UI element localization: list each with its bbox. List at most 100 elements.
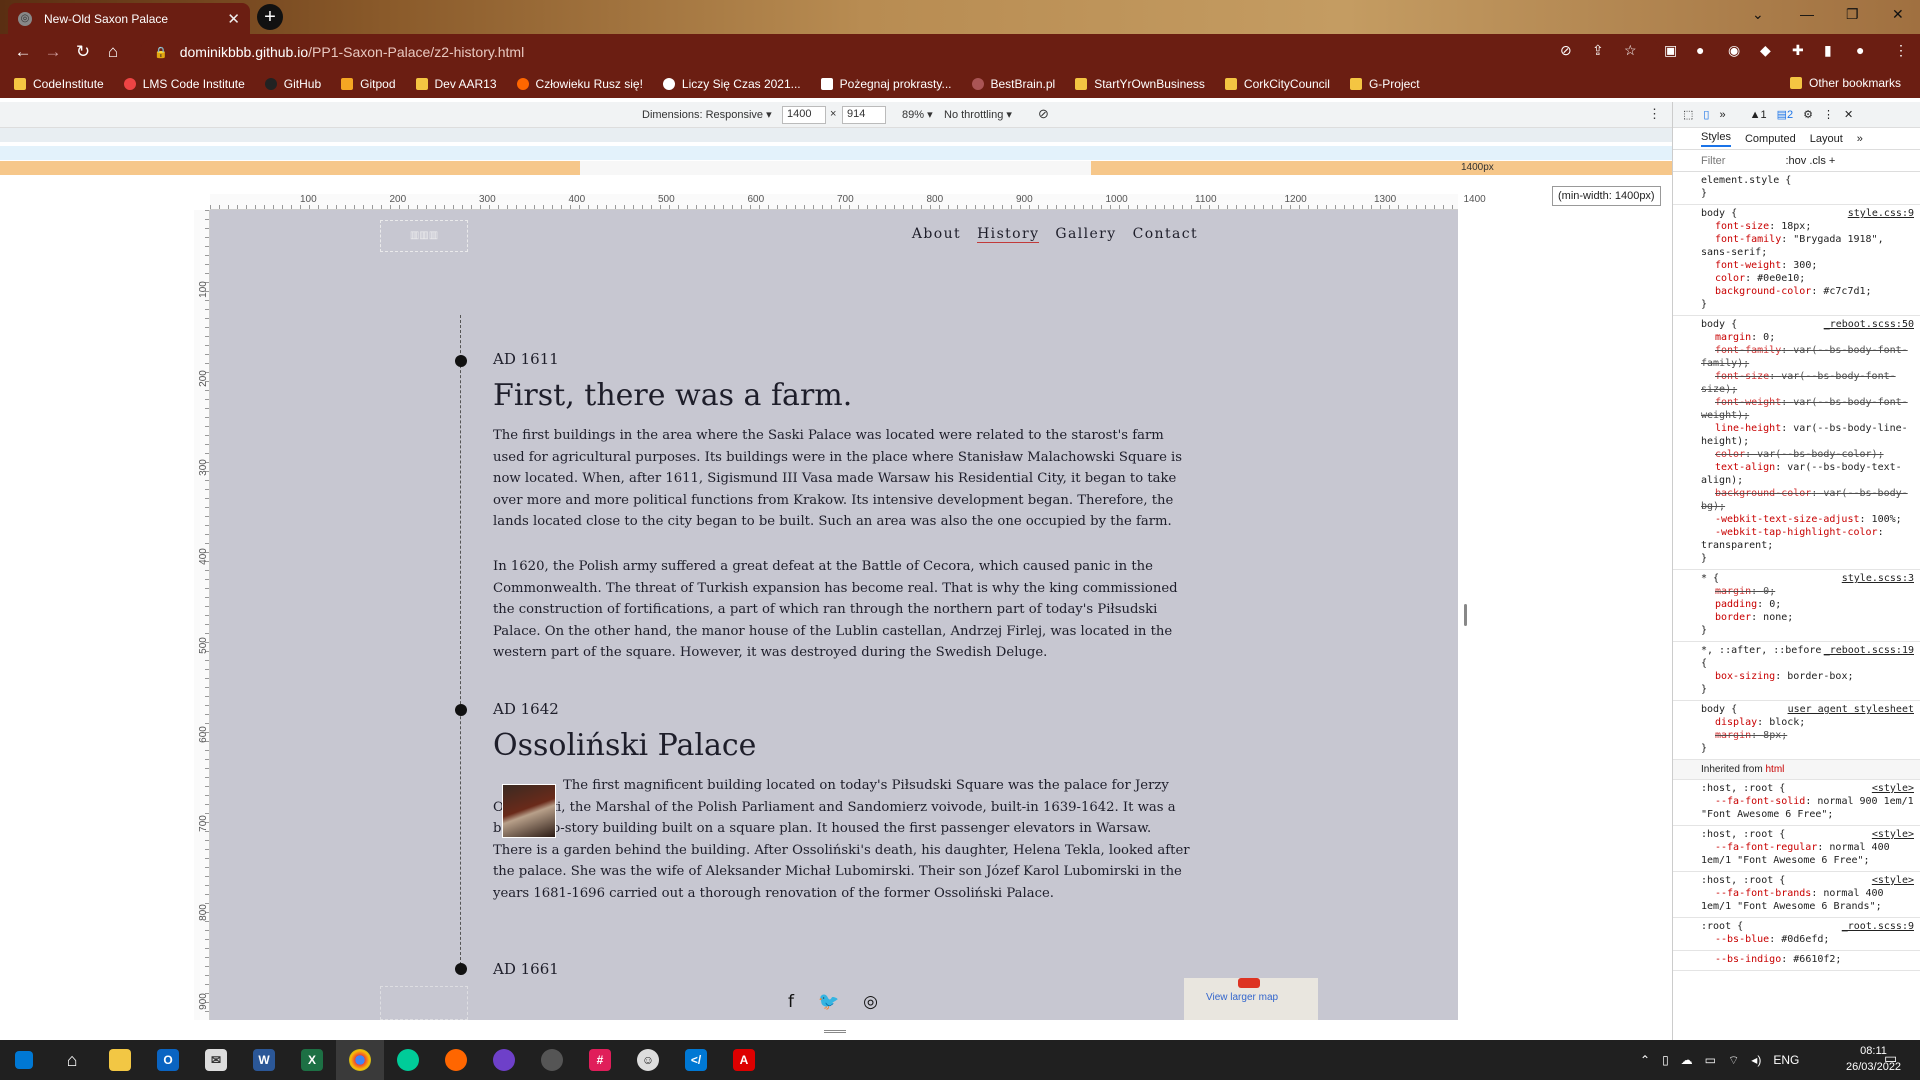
taskbar-app[interactable]: [480, 1040, 528, 1080]
share-icon[interactable]: ⇪: [1592, 42, 1604, 59]
css-declaration[interactable]: margin: 0;: [1701, 331, 1914, 344]
taskbar-app-active[interactable]: [336, 1040, 384, 1080]
bookmark-item[interactable]: BestBrain.pl: [971, 77, 1055, 91]
home-icon[interactable]: ⌂: [98, 37, 128, 67]
rule-source-link[interactable]: <style>: [1872, 782, 1914, 795]
rule-source-link[interactable]: _reboot.scss:50: [1824, 318, 1914, 331]
taskbar-app[interactable]: ✉: [192, 1040, 240, 1080]
google-map-embed[interactable]: View larger map: [1184, 978, 1318, 1020]
avatar[interactable]: ●: [1856, 42, 1864, 58]
css-declaration[interactable]: background-color: var(--bs-body-bg);: [1701, 487, 1914, 513]
taskbar-app[interactable]: [384, 1040, 432, 1080]
tab-computed[interactable]: Computed: [1745, 133, 1796, 145]
root-css-rule[interactable]: :root {_root.scss:9 --bs-blue: #0d6efd;: [1673, 918, 1920, 951]
battery-icon[interactable]: ▭: [1705, 1053, 1716, 1067]
inspect-icon[interactable]: ⬚: [1683, 108, 1693, 121]
width-input[interactable]: 1400: [782, 106, 826, 124]
css-declaration[interactable]: -webkit-tap-highlight-color: transparent…: [1701, 526, 1914, 552]
taskbar-app[interactable]: O: [144, 1040, 192, 1080]
nav-contact[interactable]: Contact: [1133, 226, 1198, 243]
root-css-rule[interactable]: --bs-indigo: #6610f2;: [1673, 951, 1920, 971]
notifications-icon[interactable]: ▭: [1884, 1050, 1897, 1067]
css-declaration[interactable]: border: none;: [1701, 611, 1914, 624]
throttle-dropdown[interactable]: No throttling ▾: [944, 108, 1012, 121]
css-declaration[interactable]: font-weight: 300;: [1701, 259, 1914, 272]
taskbar-app[interactable]: A: [720, 1040, 768, 1080]
forward-icon[interactable]: →: [38, 37, 68, 67]
taskbar-app[interactable]: ⌂: [48, 1040, 96, 1080]
gitpod-extension-icon[interactable]: ◆: [1760, 42, 1771, 59]
css-declaration[interactable]: --fa-font-brands: normal 400 1em/1 "Font…: [1701, 887, 1914, 913]
css-declaration[interactable]: color: #0e0e10;: [1701, 272, 1914, 285]
bookmark-item[interactable]: CorkCityCouncil: [1224, 77, 1330, 91]
css-declaration[interactable]: --fa-font-regular: normal 400 1em/1 "Fon…: [1701, 841, 1914, 867]
css-rule[interactable]: * {style.scss:3 margin: 0; padding: 0; bord…: [1673, 570, 1920, 642]
css-declaration[interactable]: margin: 8px;: [1701, 729, 1914, 742]
bookmark-item[interactable]: LMS Code Institute: [123, 77, 245, 91]
cloud-icon[interactable]: ☁: [1681, 1053, 1693, 1067]
css-declaration[interactable]: --fa-font-solid: normal 900 1em/1 "Font …: [1701, 795, 1914, 821]
css-declaration[interactable]: padding: 0;: [1701, 598, 1914, 611]
css-declaration[interactable]: margin: 0;: [1701, 585, 1914, 598]
rule-source-link[interactable]: _root.scss:9: [1842, 920, 1914, 933]
bookmark-item[interactable]: Dev AAR13: [415, 77, 497, 91]
message-count[interactable]: ▤2: [1777, 108, 1794, 121]
devtools-close-icon[interactable]: ✕: [1844, 108, 1853, 121]
mask-extension-icon[interactable]: ◉: [1728, 42, 1740, 59]
nav-gallery[interactable]: Gallery: [1055, 226, 1116, 243]
back-icon[interactable]: ←: [8, 37, 38, 67]
close-window-icon[interactable]: ✕: [1892, 6, 1904, 23]
taskbar-app[interactable]: </: [672, 1040, 720, 1080]
resize-handle[interactable]: [1464, 604, 1467, 626]
resize-handle-bottom[interactable]: [824, 1030, 846, 1033]
nav-about[interactable]: About: [912, 226, 961, 243]
rule-source-link[interactable]: style.scss:3: [1842, 572, 1914, 585]
rule-source-link[interactable]: <style>: [1872, 828, 1914, 841]
puzzle-icon[interactable]: ✚: [1792, 42, 1804, 59]
star-icon[interactable]: ☆: [1624, 42, 1637, 59]
bookmark-item[interactable]: StartYrOwnBusiness: [1075, 77, 1205, 91]
bookmark-item[interactable]: CodeInstitute: [14, 77, 104, 91]
devtools-menu-icon[interactable]: ⋮: [1823, 108, 1834, 121]
more-tabs-icon[interactable]: »: [1719, 109, 1725, 121]
green-extension-icon[interactable]: ●: [1696, 42, 1704, 58]
close-tab-icon[interactable]: ✕: [227, 10, 240, 28]
sidepanel-icon[interactable]: ▮: [1824, 42, 1832, 59]
css-declaration[interactable]: font-family: "Brygada 1918", sans-serif;: [1701, 233, 1914, 259]
settings-icon[interactable]: ⚙: [1803, 108, 1813, 121]
tab-layout[interactable]: Layout: [1810, 133, 1843, 145]
bookmark-item[interactable]: Człowieku Rusz się!: [516, 77, 643, 91]
menu-icon[interactable]: ⋮: [1894, 42, 1908, 59]
height-input[interactable]: 914: [842, 106, 886, 124]
taskbar-app[interactable]: [432, 1040, 480, 1080]
more-subtabs-icon[interactable]: »: [1857, 133, 1863, 145]
rule-source-link[interactable]: style.css:9: [1848, 207, 1914, 220]
css-declaration[interactable]: font-size: var(--bs-body-font-size);: [1701, 370, 1914, 396]
instagram-icon[interactable]: ◎: [863, 992, 878, 1012]
media-query-bar[interactable]: [0, 146, 1672, 160]
nav-history[interactable]: History: [977, 226, 1040, 243]
root-css-rule[interactable]: :host, :root {<style> --fa-font-brands: n…: [1673, 872, 1920, 918]
css-declaration[interactable]: -webkit-text-size-adjust: 100%;: [1701, 513, 1914, 526]
css-declaration[interactable]: line-height: var(--bs-body-line-height);: [1701, 422, 1914, 448]
taskbar-app[interactable]: #: [576, 1040, 624, 1080]
css-rule[interactable]: body {_reboot.scss:50 margin: 0; font-fami…: [1673, 316, 1920, 570]
taskbar-app[interactable]: W: [240, 1040, 288, 1080]
network-icon[interactable]: ⌔: [1728, 1053, 1739, 1068]
dimensions-dropdown[interactable]: Dimensions: Responsive ▾: [642, 108, 772, 121]
tab-search-icon[interactable]: ⌄: [1752, 6, 1764, 23]
rule-source-link[interactable]: _reboot.scss:19: [1824, 644, 1914, 670]
language-indicator[interactable]: ENG: [1773, 1053, 1799, 1067]
site-logo[interactable]: ▥▥▥: [380, 220, 468, 252]
device-menu-icon[interactable]: ⋮: [1648, 106, 1661, 122]
css-declaration[interactable]: --bs-indigo: #6610f2;: [1701, 953, 1914, 966]
view-larger-map-link[interactable]: View larger map: [1206, 992, 1278, 1003]
bookmark-item[interactable]: G-Project: [1349, 77, 1420, 91]
css-declaration[interactable]: font-size: 18px;: [1701, 220, 1914, 233]
css-declaration[interactable]: --bs-blue: #0d6efd;: [1701, 933, 1914, 946]
rule-source-link[interactable]: <style>: [1872, 874, 1914, 887]
eye-off-icon[interactable]: ⊘: [1560, 42, 1572, 59]
taskbar-app[interactable]: ☺: [624, 1040, 672, 1080]
rotate-icon[interactable]: ⊘: [1038, 106, 1049, 122]
device-icon[interactable]: ▯: [1662, 1053, 1669, 1067]
